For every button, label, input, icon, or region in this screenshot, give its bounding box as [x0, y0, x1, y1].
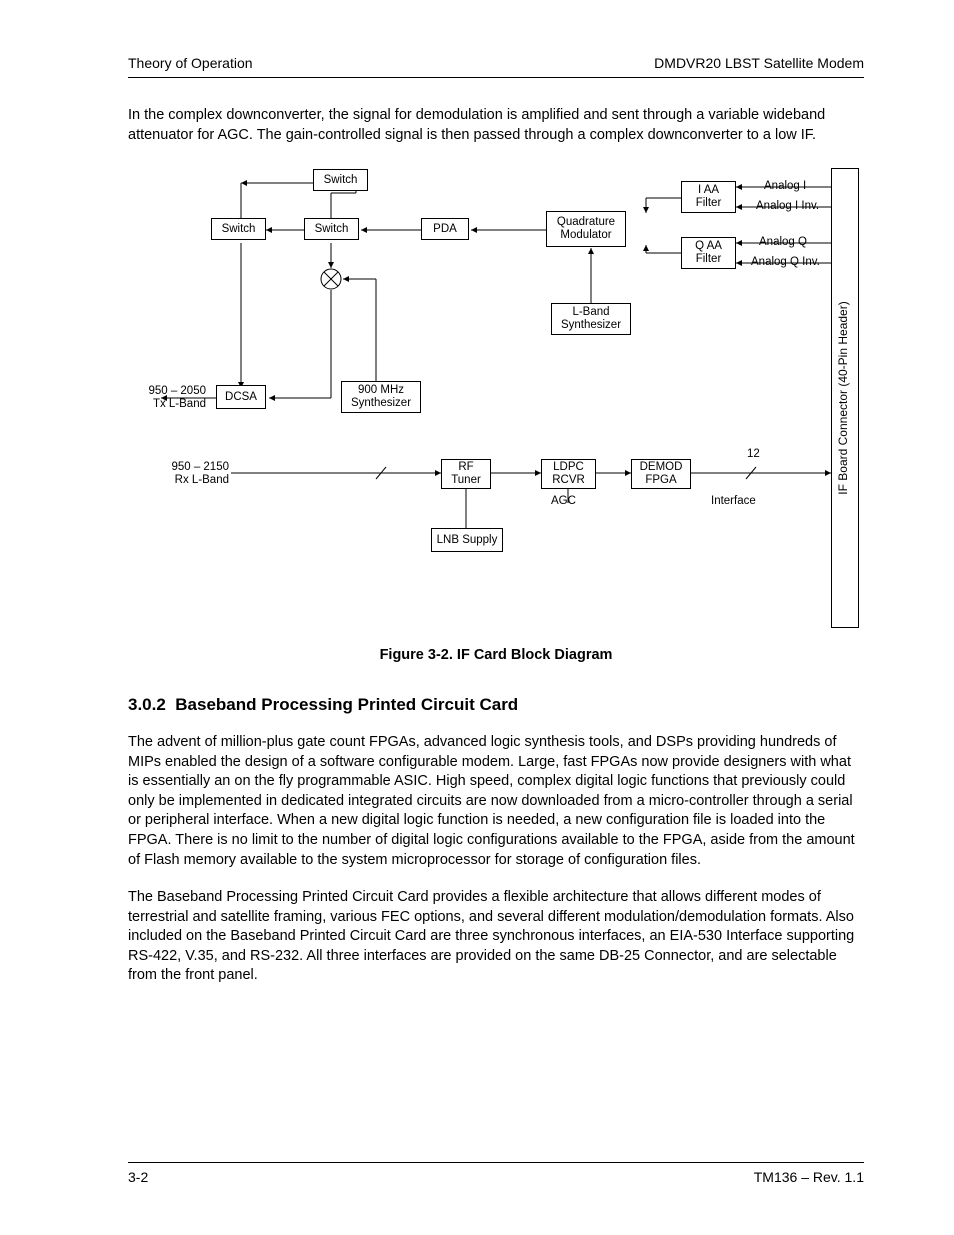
- q-aa-filter-box: Q AA Filter: [681, 237, 736, 269]
- connector-label: IF Board Connector (40-Pin Header): [836, 301, 850, 494]
- section-heading: 3.0.2 Baseband Processing Printed Circui…: [128, 695, 864, 715]
- switch2-box: Switch: [211, 218, 266, 240]
- analog-q-label: Analog Q: [759, 236, 807, 249]
- switch1-box: Switch: [313, 169, 368, 191]
- rx-lband-label: 950 – 2150 Rx L-Band: [159, 461, 229, 487]
- i-aa-filter-box: I AA Filter: [681, 181, 736, 213]
- agc-label: AGC: [551, 495, 576, 508]
- analog-i-label: Analog I: [764, 180, 806, 193]
- demod-fpga-box: DEMOD FPGA: [631, 459, 691, 489]
- intro-paragraph: In the complex downconverter, the signal…: [128, 106, 864, 145]
- switch3-box: Switch: [304, 218, 359, 240]
- analog-q-inv-label: Analog Q Inv.: [751, 256, 820, 269]
- page-footer: 3-2 TM136 – Rev. 1.1: [128, 1162, 864, 1185]
- twelve-label: 12: [747, 448, 760, 461]
- section-para-2: The Baseband Processing Printed Circuit …: [128, 888, 864, 986]
- synth-900-box: 900 MHz Synthesizer: [341, 381, 421, 413]
- footer-left: 3-2: [128, 1169, 148, 1185]
- section-para-1: The advent of million-plus gate count FP…: [128, 733, 864, 870]
- rf-tuner-box: RF Tuner: [441, 459, 491, 489]
- quadrature-modulator-box: Quadrature Modulator: [546, 211, 626, 247]
- header-right: DMDVR20 LBST Satellite Modem: [654, 55, 864, 71]
- analog-i-inv-label: Analog I Inv.: [756, 200, 819, 213]
- pda-box: PDA: [421, 218, 469, 240]
- lnb-supply-box: LNB Supply: [431, 528, 503, 552]
- figure-caption: Figure 3-2. IF Card Block Diagram: [128, 647, 864, 663]
- interface-label: Interface: [711, 495, 756, 508]
- section-number: 3.0.2: [128, 695, 166, 714]
- connector-box: IF Board Connector (40-Pin Header): [831, 168, 859, 628]
- section-title: Baseband Processing Printed Circuit Card: [175, 695, 518, 714]
- header-left: Theory of Operation: [128, 55, 253, 71]
- lband-synth-box: L-Band Synthesizer: [551, 303, 631, 335]
- tx-lband-label: 950 – 2050 Tx L-Band: [126, 385, 206, 411]
- block-diagram: IF Board Connector (40-Pin Header) Switc…: [131, 163, 861, 633]
- page-header: Theory of Operation DMDVR20 LBST Satelli…: [128, 55, 864, 78]
- footer-right: TM136 – Rev. 1.1: [754, 1169, 864, 1185]
- ldpc-rcvr-box: LDPC RCVR: [541, 459, 596, 489]
- page: Theory of Operation DMDVR20 LBST Satelli…: [0, 0, 954, 1235]
- dcsa-box: DCSA: [216, 385, 266, 409]
